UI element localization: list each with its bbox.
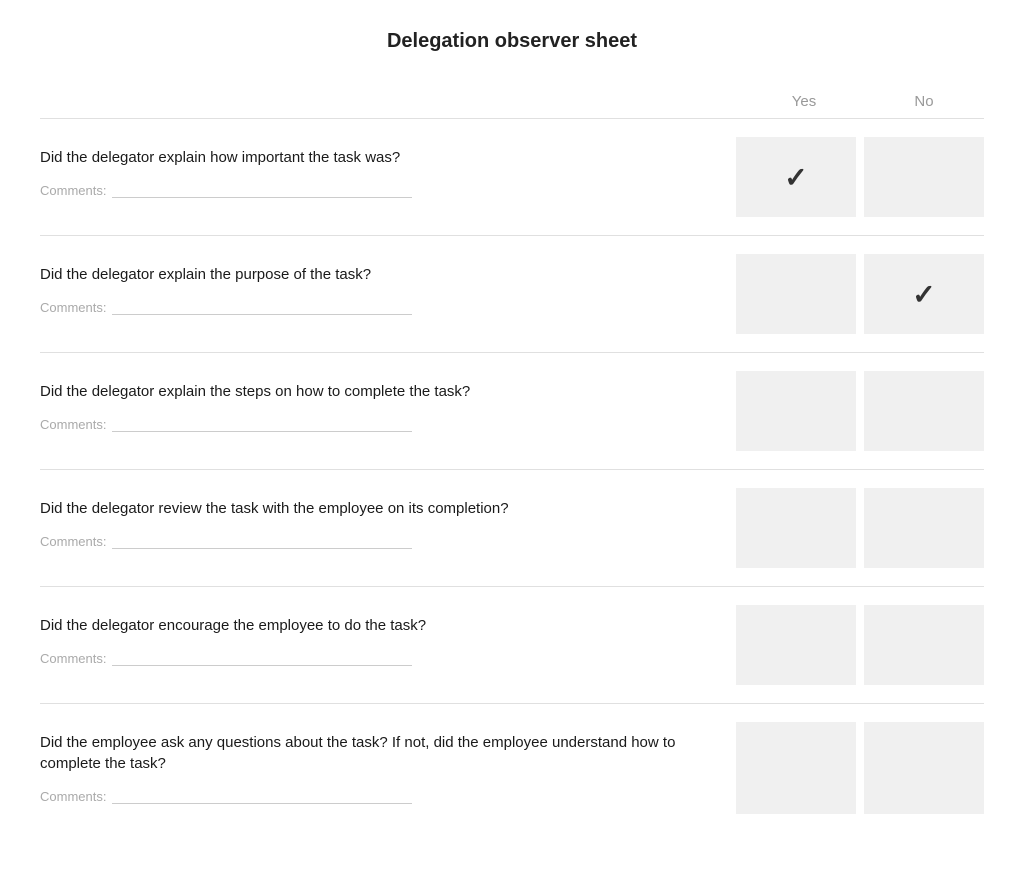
yes-column-header: Yes xyxy=(744,93,864,110)
answer-cells-6 xyxy=(736,722,984,814)
no-checkmark-2: ✓ xyxy=(912,278,935,311)
question-row-6: Did the employee ask any questions about… xyxy=(40,722,984,814)
comments-line-1: Comments: xyxy=(40,182,716,198)
comments-label-5: Comments: xyxy=(40,651,106,666)
question-text-2: Did the delegator explain the purpose of… xyxy=(40,264,716,285)
comments-underline-5[interactable] xyxy=(112,650,412,666)
question-text-1: Did the delegator explain how important … xyxy=(40,147,716,168)
comments-label-1: Comments: xyxy=(40,183,106,198)
question-text-3: Did the delegator explain the steps on h… xyxy=(40,381,716,402)
comments-underline-6[interactable] xyxy=(112,788,412,804)
yes-cell-2[interactable] xyxy=(736,254,856,334)
comments-line-3: Comments: xyxy=(40,416,716,432)
question-text-6: Did the employee ask any questions about… xyxy=(40,732,716,774)
yes-checkmark-1: ✓ xyxy=(784,161,807,194)
question-content-4: Did the delegator review the task with t… xyxy=(40,488,736,568)
comments-line-5: Comments: xyxy=(40,650,716,666)
comments-underline-3[interactable] xyxy=(112,416,412,432)
question-content-5: Did the delegator encourage the employee… xyxy=(40,605,736,685)
yes-cell-3[interactable] xyxy=(736,371,856,451)
question-content-1: Did the delegator explain how important … xyxy=(40,137,736,217)
question-content-2: Did the delegator explain the purpose of… xyxy=(40,254,736,334)
question-row-4: Did the delegator review the task with t… xyxy=(40,488,984,568)
comments-label-6: Comments: xyxy=(40,789,106,804)
yes-cell-5[interactable] xyxy=(736,605,856,685)
no-cell-4[interactable] xyxy=(864,488,984,568)
no-cell-5[interactable] xyxy=(864,605,984,685)
column-headers: Yes No xyxy=(40,93,984,110)
question-row-1: Did the delegator explain how important … xyxy=(40,137,984,217)
comments-line-4: Comments: xyxy=(40,533,716,549)
comments-label-4: Comments: xyxy=(40,534,106,549)
comments-label-2: Comments: xyxy=(40,300,106,315)
answer-cells-4 xyxy=(736,488,984,568)
comments-line-6: Comments: xyxy=(40,788,716,804)
question-row-2: Did the delegator explain the purpose of… xyxy=(40,254,984,334)
answer-cells-3 xyxy=(736,371,984,451)
comments-underline-1[interactable] xyxy=(112,182,412,198)
question-row-5: Did the delegator encourage the employee… xyxy=(40,605,984,685)
no-cell-2[interactable]: ✓ xyxy=(864,254,984,334)
question-content-3: Did the delegator explain the steps on h… xyxy=(40,371,736,451)
yes-cell-1[interactable]: ✓ xyxy=(736,137,856,217)
question-text-5: Did the delegator encourage the employee… xyxy=(40,615,716,636)
no-cell-6[interactable] xyxy=(864,722,984,814)
comments-line-2: Comments: xyxy=(40,299,716,315)
no-cell-1[interactable] xyxy=(864,137,984,217)
answer-cells-1: ✓ xyxy=(736,137,984,217)
yes-cell-6[interactable] xyxy=(736,722,856,814)
page-title: Delegation observer sheet xyxy=(40,30,984,53)
question-text-4: Did the delegator review the task with t… xyxy=(40,498,716,519)
yes-cell-4[interactable] xyxy=(736,488,856,568)
answer-cells-2: ✓ xyxy=(736,254,984,334)
comments-underline-2[interactable] xyxy=(112,299,412,315)
comments-underline-4[interactable] xyxy=(112,533,412,549)
comments-label-3: Comments: xyxy=(40,417,106,432)
question-row-3: Did the delegator explain the steps on h… xyxy=(40,371,984,451)
questions-container: Did the delegator explain how important … xyxy=(40,118,984,814)
no-column-header: No xyxy=(864,93,984,110)
no-cell-3[interactable] xyxy=(864,371,984,451)
question-content-6: Did the employee ask any questions about… xyxy=(40,722,736,814)
answer-cells-5 xyxy=(736,605,984,685)
